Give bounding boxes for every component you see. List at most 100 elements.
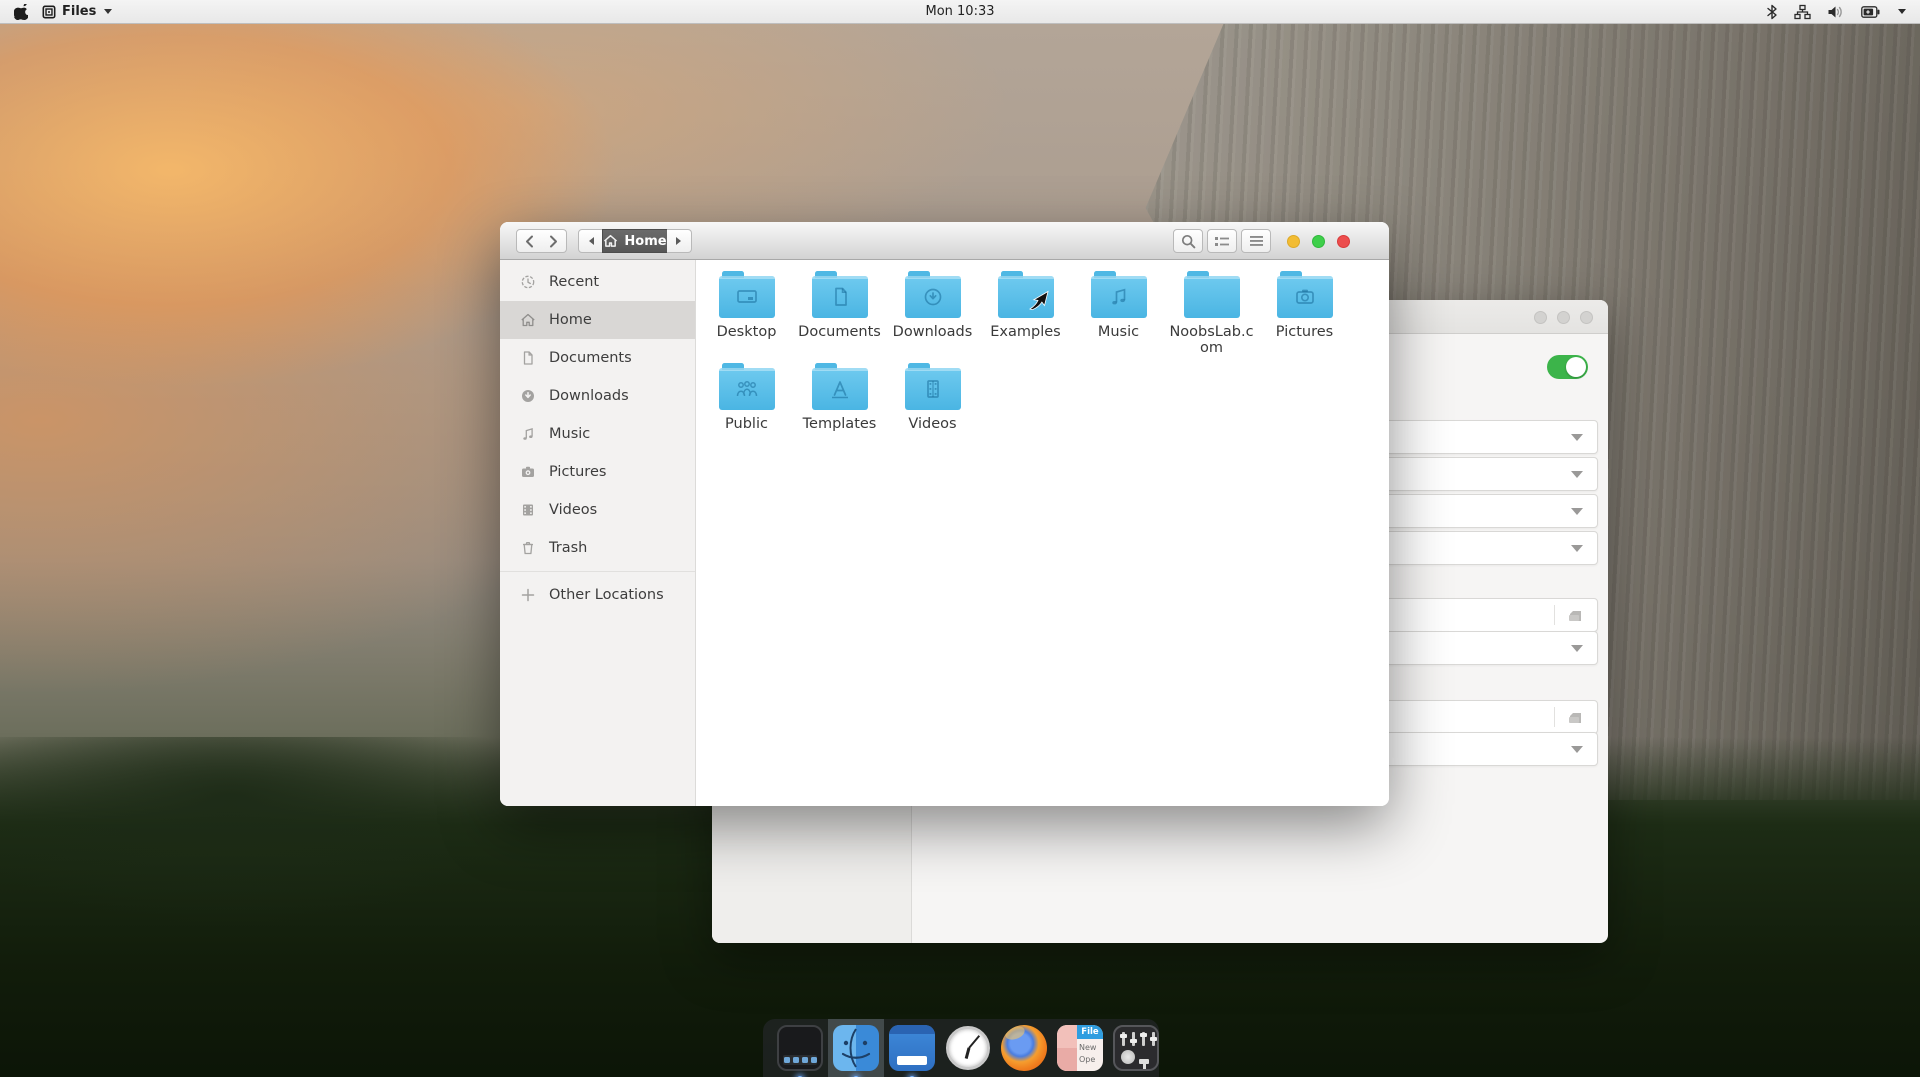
folder-noobslab[interactable]: NoobsLab.com [1165, 270, 1258, 356]
files-content-area[interactable]: Desktop Documents Downloads Examples Mus… [696, 260, 1389, 806]
folder-icon [1090, 271, 1147, 318]
folder-music[interactable]: Music [1072, 270, 1165, 356]
document-icon [523, 351, 533, 365]
minimize-button[interactable] [1287, 235, 1300, 248]
folder-icon [904, 363, 961, 410]
back-button[interactable] [516, 229, 542, 253]
dock-item-tweak-tool[interactable] [1113, 1025, 1159, 1077]
download-emblem-icon [924, 288, 941, 306]
dock-item-desktop[interactable] [889, 1025, 935, 1077]
app-menu-label: Files [62, 4, 97, 19]
hamburger-menu-button[interactable] [1241, 229, 1271, 253]
recent-files-icon-line: Ope [1079, 1055, 1096, 1064]
window-dot-icon[interactable] [1557, 311, 1570, 324]
sidebar-label: Documents [549, 350, 632, 366]
folder-name: Videos [908, 416, 957, 432]
path-current-label: Home [624, 233, 667, 249]
dock-item-finder[interactable] [828, 1019, 884, 1077]
folder-downloads[interactable]: Downloads [886, 270, 979, 356]
folder-icon [1183, 271, 1240, 318]
folder-documents[interactable]: Documents [793, 270, 886, 356]
folder-icon [718, 271, 775, 318]
dropdown-caret-icon [1571, 545, 1583, 552]
folder-name: Music [1097, 324, 1140, 340]
screen-emblem-icon [736, 290, 757, 303]
document-emblem-icon [834, 287, 847, 306]
path-previous-button[interactable] [578, 229, 603, 253]
folder-name: Documents [798, 324, 881, 340]
files-headerbar[interactable]: Home [500, 222, 1389, 260]
path-home-button[interactable]: Home [602, 229, 668, 253]
app-menu[interactable]: Files [42, 4, 113, 19]
volume-icon[interactable] [1827, 4, 1845, 20]
sidebar-item-pictures[interactable]: Pictures [500, 453, 695, 491]
camera-emblem-icon [1295, 289, 1314, 304]
dock-item-clock[interactable] [945, 1025, 991, 1077]
battery-icon[interactable] [1861, 5, 1880, 18]
files-sidebar: Recent Home Documents Downloads Music Pi… [500, 260, 696, 806]
plus-icon [521, 588, 535, 602]
recent-icon [521, 275, 535, 289]
dropdown-caret-icon [1571, 645, 1583, 652]
music-emblem-icon [1111, 288, 1125, 305]
sidebar-label: Pictures [549, 464, 607, 480]
sidebar-item-recent[interactable]: Recent [500, 263, 695, 301]
file-button-icon[interactable] [1565, 606, 1585, 630]
caret-down-icon[interactable] [1898, 9, 1906, 14]
window-dot-icon[interactable] [1534, 311, 1547, 324]
close-button[interactable] [1337, 235, 1350, 248]
toggle-switch-on[interactable] [1547, 355, 1588, 379]
template-emblem-icon [831, 381, 848, 399]
bluetooth-icon[interactable] [1766, 4, 1778, 20]
sidebar-item-trash[interactable]: Trash [500, 529, 695, 567]
film-icon [523, 504, 533, 516]
download-icon [522, 390, 534, 402]
dropdown-caret-icon [1571, 471, 1583, 478]
folder-videos[interactable]: Videos [886, 362, 979, 432]
dock-item-recent-files[interactable]: File New Ope [1057, 1025, 1103, 1077]
tweak-tool-icon [1113, 1025, 1159, 1071]
folder-icon [811, 271, 868, 318]
folder-icon [718, 363, 775, 410]
sidebar-item-other-locations[interactable]: Other Locations [500, 576, 695, 614]
sidebar-item-music[interactable]: Music [500, 415, 695, 453]
files-window: Home Recent Home Documents Downloads Mus… [500, 222, 1389, 806]
window-dot-icon[interactable] [1580, 311, 1593, 324]
menu-bar-clock[interactable]: Mon 10:33 [925, 4, 994, 19]
folder-public[interactable]: Public [700, 362, 793, 432]
path-next-button[interactable] [667, 229, 692, 253]
list-view-button[interactable] [1207, 229, 1237, 253]
folder-examples[interactable]: Examples [979, 270, 1072, 356]
toggle-knob [1566, 357, 1586, 377]
film-emblem-icon [926, 380, 939, 398]
folder-icon [904, 271, 961, 318]
sidebar-separator [500, 571, 695, 572]
file-button-icon[interactable] [1565, 708, 1585, 732]
dock-item-dock-preferences[interactable] [777, 1025, 823, 1077]
sidebar-label: Recent [549, 274, 600, 290]
folder-templates[interactable]: Templates [793, 362, 886, 432]
sidebar-item-downloads[interactable]: Downloads [500, 377, 695, 415]
folder-pictures[interactable]: Pictures [1258, 270, 1351, 356]
people-emblem-icon [736, 381, 757, 397]
sidebar-label: Home [549, 312, 592, 328]
firefox-icon [1001, 1025, 1047, 1071]
dock-item-firefox[interactable] [1001, 1025, 1047, 1077]
folder-icon [1276, 271, 1333, 318]
sidebar-item-home[interactable]: Home [500, 301, 695, 339]
home-icon [604, 234, 618, 247]
sidebar-label: Other Locations [549, 587, 664, 603]
forward-button[interactable] [541, 229, 567, 253]
finder-icon [833, 1025, 879, 1071]
maximize-button[interactable] [1312, 235, 1325, 248]
network-icon[interactable] [1794, 4, 1811, 20]
apple-menu-icon[interactable] [14, 3, 28, 20]
trash-icon [523, 542, 533, 555]
sidebar-label: Downloads [549, 388, 629, 404]
sidebar-item-documents[interactable]: Documents [500, 339, 695, 377]
sidebar-item-videos[interactable]: Videos [500, 491, 695, 529]
folder-desktop[interactable]: Desktop [700, 270, 793, 356]
search-button[interactable] [1173, 229, 1203, 253]
folder-name: Desktop [716, 324, 777, 340]
sidebar-label: Videos [549, 502, 598, 518]
